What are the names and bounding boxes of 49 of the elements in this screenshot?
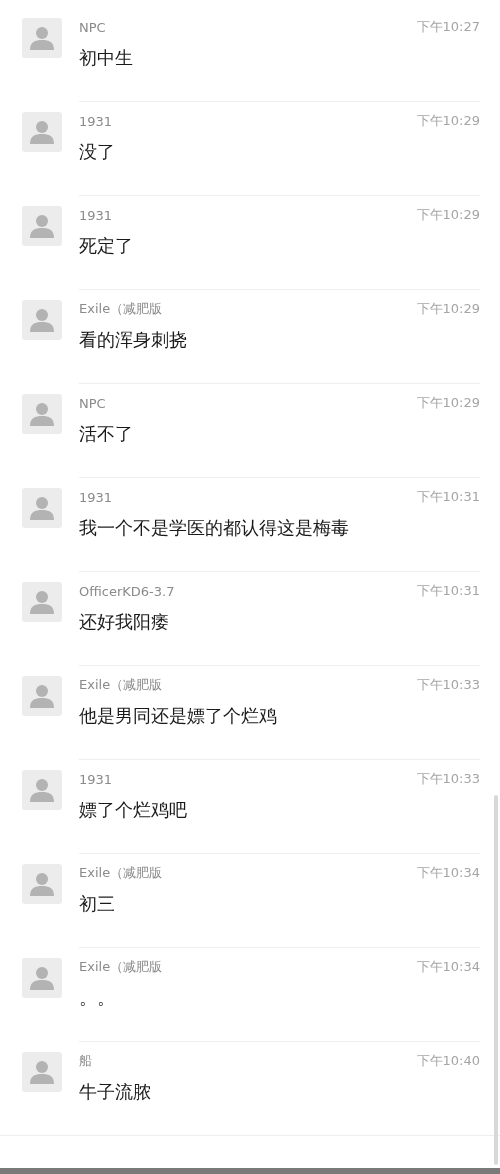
sender-name: 船 [79, 1052, 92, 1070]
message-text: 看的浑身刺挠 [79, 328, 188, 352]
sender-name: NPC [79, 395, 106, 411]
avatar-icon [22, 300, 62, 340]
message-text: 我一个不是学医的都认得这是梅毒 [79, 516, 350, 540]
message-text: 。。 [79, 986, 116, 1010]
sender-name: 1931 [79, 771, 113, 787]
message-time: 下午10:34 [416, 958, 480, 976]
message-time: 下午10:34 [416, 864, 480, 882]
avatar-icon [22, 582, 62, 622]
avatar-icon [22, 206, 62, 246]
message-text: 他是男同还是嫖了个烂鸡 [79, 704, 278, 728]
message-text: 没了 [79, 140, 116, 164]
message-text: 初中生 [79, 46, 134, 70]
message-text: 初三 [79, 892, 116, 916]
sender-name: OfficerKD6-3.7 [79, 583, 175, 599]
sender-name: Exile（减肥版 [79, 676, 163, 694]
scrollbar[interactable] [494, 795, 498, 1165]
message-time: 下午10:40 [416, 1052, 480, 1070]
sender-name: Exile（减肥版 [79, 958, 163, 976]
message-time: 下午10:33 [416, 770, 480, 788]
avatar-icon [22, 958, 62, 998]
message-time: 下午10:29 [416, 112, 480, 130]
message-text: 嫖了个烂鸡吧 [79, 798, 188, 822]
message-text: 还好我阳痿 [79, 610, 170, 634]
message-text: 死定了 [79, 234, 134, 258]
message-time: 下午10:31 [416, 488, 480, 506]
message-text: 牛子流脓 [79, 1080, 152, 1104]
avatar-icon [22, 112, 62, 152]
message-time: 下午10:29 [416, 394, 480, 412]
message-time: 下午10:33 [416, 676, 480, 694]
message-time: 下午10:29 [416, 300, 480, 318]
sender-name: NPC [79, 19, 106, 35]
avatar-icon [22, 18, 62, 58]
message-time: 下午10:29 [416, 206, 480, 224]
message-time: 下午10:31 [416, 582, 480, 600]
avatar-icon [22, 770, 62, 810]
sender-name: 1931 [79, 207, 113, 223]
message-time: 下午10:27 [416, 18, 480, 36]
sender-name: Exile（减肥版 [79, 864, 163, 882]
avatar-icon [22, 488, 62, 528]
sender-name: 1931 [79, 113, 113, 129]
sender-name: Exile（减肥版 [79, 300, 163, 318]
avatar-icon [22, 1052, 62, 1092]
message-text: 活不了 [79, 422, 134, 446]
avatar-icon [22, 864, 62, 904]
sender-name: 1931 [79, 489, 113, 505]
avatar-icon [22, 394, 62, 434]
avatar-icon [22, 676, 62, 716]
